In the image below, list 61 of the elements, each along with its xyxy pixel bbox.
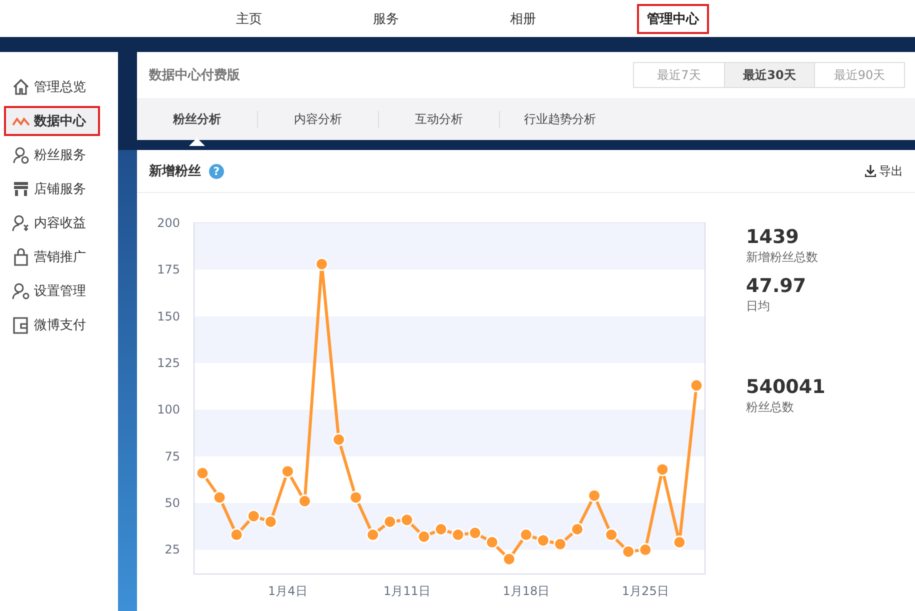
y-tick-label: 200: [157, 216, 180, 230]
range-button[interactable]: 最近30天: [724, 63, 814, 87]
y-tick-label: 75: [164, 449, 180, 464]
data-point: [622, 544, 636, 558]
x-tick-label: 1月4日: [268, 584, 308, 598]
data-point: [332, 432, 346, 446]
data-point: [570, 522, 584, 536]
user-yen-icon: [12, 214, 30, 232]
house-icon: [12, 78, 30, 96]
stat-value: 47.97: [746, 274, 808, 298]
page-title: 数据中心付费版: [149, 66, 240, 84]
sidebar-item[interactable]: 店铺服务: [4, 174, 114, 204]
data-point: [315, 257, 328, 271]
data-point: [588, 488, 602, 502]
data-point: [434, 522, 448, 536]
data-point: [298, 494, 312, 508]
wallet-icon: [12, 316, 30, 334]
x-tick-label: 1月18日: [502, 584, 550, 598]
data-point: [485, 536, 499, 549]
nav-link[interactable]: 主页: [236, 4, 373, 34]
data-point: [383, 514, 397, 528]
y-tick-label: 150: [157, 309, 180, 324]
data-point: [264, 514, 278, 528]
data-point: [468, 526, 482, 540]
stat-label: 日均: [746, 298, 771, 315]
sidebar-item[interactable]: 设置管理: [4, 276, 114, 306]
download-icon: [865, 165, 876, 177]
store-icon: [12, 180, 30, 198]
nav-link[interactable]: 管理中心: [637, 4, 709, 34]
x-tick-label: 1月11日: [383, 584, 430, 598]
nav-link[interactable]: 服务: [373, 4, 510, 34]
y-tick-label: 50: [164, 496, 180, 510]
data-point: [230, 528, 244, 542]
sidebar-item[interactable]: 粉丝服务: [4, 140, 114, 170]
data-point: [553, 537, 567, 551]
data-point: [502, 552, 516, 566]
y-tick-label: 175: [157, 262, 180, 277]
stat-label: 粉丝总数: [746, 399, 795, 416]
sidebar-item[interactable]: 内容收益: [4, 208, 114, 238]
stat-value: 1439: [746, 225, 800, 249]
sidebar-item[interactable]: 微博支付: [4, 310, 114, 340]
export-button[interactable]: 导出: [865, 162, 903, 180]
sidebar-item[interactable]: 管理总览: [4, 72, 114, 102]
section-title: 新增粉丝: [149, 162, 201, 180]
x-tick-label: 1月25日: [622, 584, 669, 598]
y-tick-label: 100: [157, 402, 180, 417]
stat-value: 540041: [746, 375, 826, 399]
sidebar-item[interactable]: 营销推广: [4, 242, 114, 272]
bag-icon: [12, 248, 30, 266]
data-point: [280, 464, 294, 478]
y-tick-label: 25: [164, 542, 180, 557]
data-point: [519, 528, 533, 542]
data-point: [451, 528, 465, 542]
y-tick-label: 125: [157, 356, 180, 370]
data-point: [246, 509, 260, 523]
tab[interactable]: 内容分析: [257, 110, 378, 128]
sidebar-item[interactable]: 数据中心: [4, 106, 100, 136]
tab[interactable]: 行业趋势分析: [499, 110, 620, 128]
stat-label: 新增粉丝总数: [746, 249, 819, 266]
tab[interactable]: 互动分析: [378, 110, 499, 128]
data-point: [417, 530, 431, 544]
